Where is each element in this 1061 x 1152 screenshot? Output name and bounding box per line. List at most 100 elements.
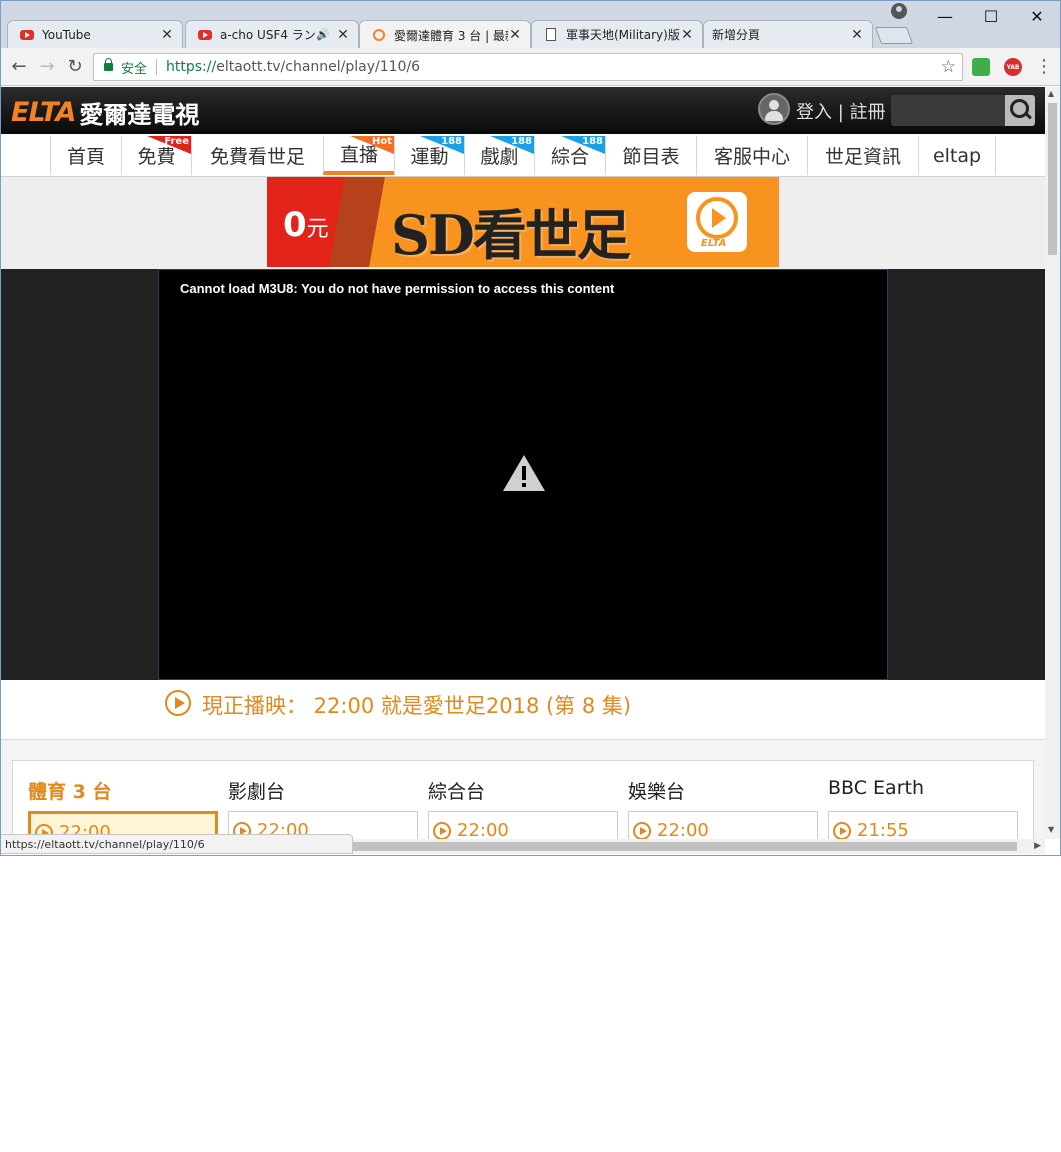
url-scheme: https://: [166, 59, 217, 75]
nav-home[interactable]: 首頁: [50, 136, 121, 175]
scroll-down-icon[interactable]: ▼: [1048, 825, 1054, 834]
player-error-message: Cannot load M3U8: You do not have permis…: [180, 281, 615, 296]
nav-sports[interactable]: 運動 188: [394, 136, 464, 175]
adblock-extension-icon[interactable]: YAB: [1004, 58, 1022, 76]
search-icon[interactable]: [1005, 95, 1035, 126]
nav-label: 免費看世足: [209, 146, 305, 168]
nav-schedule[interactable]: 節目表: [605, 136, 696, 175]
nav-variety[interactable]: 綜合 188: [534, 136, 605, 175]
nav-support[interactable]: 客服中心: [696, 136, 807, 175]
lock-icon: [104, 58, 113, 71]
channel-item[interactable]: 娛樂台 22:00: [628, 777, 818, 839]
maximize-icon[interactable]: ☐: [969, 1, 1013, 31]
channel-item[interactable]: BBC Earth 21:55: [828, 777, 1018, 839]
window-close-icon[interactable]: ✕: [1015, 1, 1059, 31]
banner-headline: SD看世足: [391, 203, 631, 267]
channel-item[interactable]: 影劇台 22:00: [228, 777, 418, 839]
tab-military[interactable]: 軍事天地(Military)版 ✕: [531, 20, 703, 48]
site-logo[interactable]: ELTA 愛爾達電視: [11, 95, 199, 130]
ribbon-badge: Hot: [350, 136, 394, 154]
user-icon[interactable]: [758, 93, 790, 125]
site-search-input[interactable]: [891, 95, 1005, 126]
nav-label: 首頁: [66, 146, 105, 168]
new-tab-button[interactable]: [874, 27, 914, 44]
ribbon-badge: 188: [490, 136, 534, 154]
banner-price: 0元: [283, 205, 329, 245]
back-icon[interactable]: ←: [7, 54, 31, 78]
video-player[interactable]: Cannot load M3U8: You do not have permis…: [158, 269, 888, 680]
tab-title: 軍事天地(Military)版: [566, 28, 680, 42]
ribbon-badge: 188: [420, 136, 464, 154]
main-nav: 首頁 免費 Free 免費看世足 直播 Hot 運動 188 戲劇 188 綜合…: [1, 134, 1045, 177]
site-header: ELTA 愛爾達電視 登入 | 註冊: [1, 87, 1045, 134]
register-link[interactable]: 註冊: [850, 102, 886, 123]
promo-banner[interactable]: 0元 SD看世足 ELTA: [267, 177, 779, 267]
nav-free-worldcup[interactable]: 免費看世足: [191, 136, 323, 175]
close-icon[interactable]: ✕: [850, 27, 864, 43]
player-area: Cannot load M3U8: You do not have permis…: [1, 269, 1045, 680]
scroll-right-icon[interactable]: ▶: [1034, 841, 1041, 851]
extension-icon[interactable]: [972, 58, 990, 76]
ribbon-badge: 188: [561, 136, 605, 154]
divider: [156, 59, 158, 75]
logo-brand: ELTA: [11, 97, 76, 128]
channel-item[interactable]: 體育 3 台 22:00: [28, 777, 218, 839]
vertical-scrollbar[interactable]: ▲ ▼: [1045, 87, 1060, 839]
speaker-icon[interactable]: 🔊: [316, 28, 330, 41]
tab-title: 愛爾達體育 3 台 | 最新: [394, 28, 508, 43]
ribbon-badge: Free: [147, 136, 191, 154]
channel-name: 影劇台: [228, 781, 286, 803]
tab-strip: YouTube ✕ a-cho USF4 ラン 🔊 ✕ 愛爾達體育 3 台 | …: [1, 1, 1060, 49]
channel-name: BBC Earth: [828, 777, 924, 799]
channel-time-slot[interactable]: 22:00: [428, 811, 618, 839]
forward-icon[interactable]: →: [35, 54, 59, 78]
close-icon[interactable]: ✕: [508, 27, 522, 43]
login-link[interactable]: 登入: [796, 102, 832, 123]
tab-acho[interactable]: a-cho USF4 ラン 🔊 ✕: [185, 20, 359, 48]
channel-item[interactable]: 綜合台 22:00: [428, 777, 618, 839]
scrollbar-thumb[interactable]: [1048, 103, 1057, 255]
nav-worldcup-info[interactable]: 世足資訊: [807, 136, 918, 175]
channel-name: 娛樂台: [628, 781, 686, 803]
channel-time-slot[interactable]: 21:55: [828, 811, 1018, 839]
page-icon: [544, 28, 558, 42]
auth-links: 登入 | 註冊: [796, 98, 886, 124]
now-playing-text: 現正播映： 22:00 就是愛世足2018 (第 8 集): [202, 694, 632, 718]
bookmark-star-icon[interactable]: ☆: [941, 57, 956, 77]
tab-title: 新增分頁: [712, 28, 761, 42]
warning-icon: [503, 455, 545, 491]
nav-label: 節目表: [622, 146, 680, 168]
nav-label: 世足資訊: [824, 146, 901, 168]
tab-youtube[interactable]: YouTube ✕: [7, 20, 183, 48]
elta-icon: [372, 28, 386, 42]
play-icon: ELTA: [687, 192, 747, 252]
tab-elta[interactable]: 愛爾達體育 3 台 | 最新 ✕: [359, 20, 531, 49]
url-path: eltaott.tv/channel/play/110/6: [216, 59, 421, 75]
youtube-icon: [198, 28, 212, 42]
nav-free[interactable]: 免費 Free: [121, 136, 191, 175]
channel-time-slot[interactable]: 22:00: [628, 811, 818, 839]
scroll-up-icon[interactable]: ▲: [1048, 89, 1054, 98]
nav-live[interactable]: 直播 Hot: [323, 136, 394, 175]
browser-menu-icon[interactable]: ⋮: [1035, 56, 1053, 77]
youtube-icon: [20, 28, 34, 42]
close-icon[interactable]: ✕: [160, 27, 174, 43]
status-bar-url: https://eltaott.tv/channel/play/110/6: [1, 834, 353, 854]
security-label: 安全: [121, 61, 148, 77]
reload-icon[interactable]: ↻: [63, 54, 87, 78]
minimize-icon[interactable]: —: [923, 1, 967, 31]
nav-label: 客服中心: [713, 146, 790, 168]
profile-icon[interactable]: [891, 3, 907, 19]
nav-drama[interactable]: 戲劇 188: [464, 136, 534, 175]
nav-eltap[interactable]: eltap: [918, 136, 996, 175]
page-viewport: ELTA 愛爾達電視 登入 | 註冊 首頁 免費 Free 免費看世足 直播 H…: [1, 87, 1045, 839]
nav-label: eltap: [932, 144, 982, 167]
banner-strip: 0元 SD看世足 ELTA: [1, 177, 1045, 269]
tab-title: YouTube: [42, 27, 91, 42]
tab-newtab[interactable]: 新增分頁 ✕: [703, 20, 873, 48]
tab-title: a-cho USF4 ラン: [220, 28, 316, 42]
close-icon[interactable]: ✕: [336, 27, 350, 43]
logo-name: 愛爾達電視: [79, 101, 200, 129]
address-bar[interactable]: 安全 https:// eltaott.tv/channel/play/110/…: [93, 53, 963, 81]
close-icon[interactable]: ✕: [680, 27, 694, 43]
